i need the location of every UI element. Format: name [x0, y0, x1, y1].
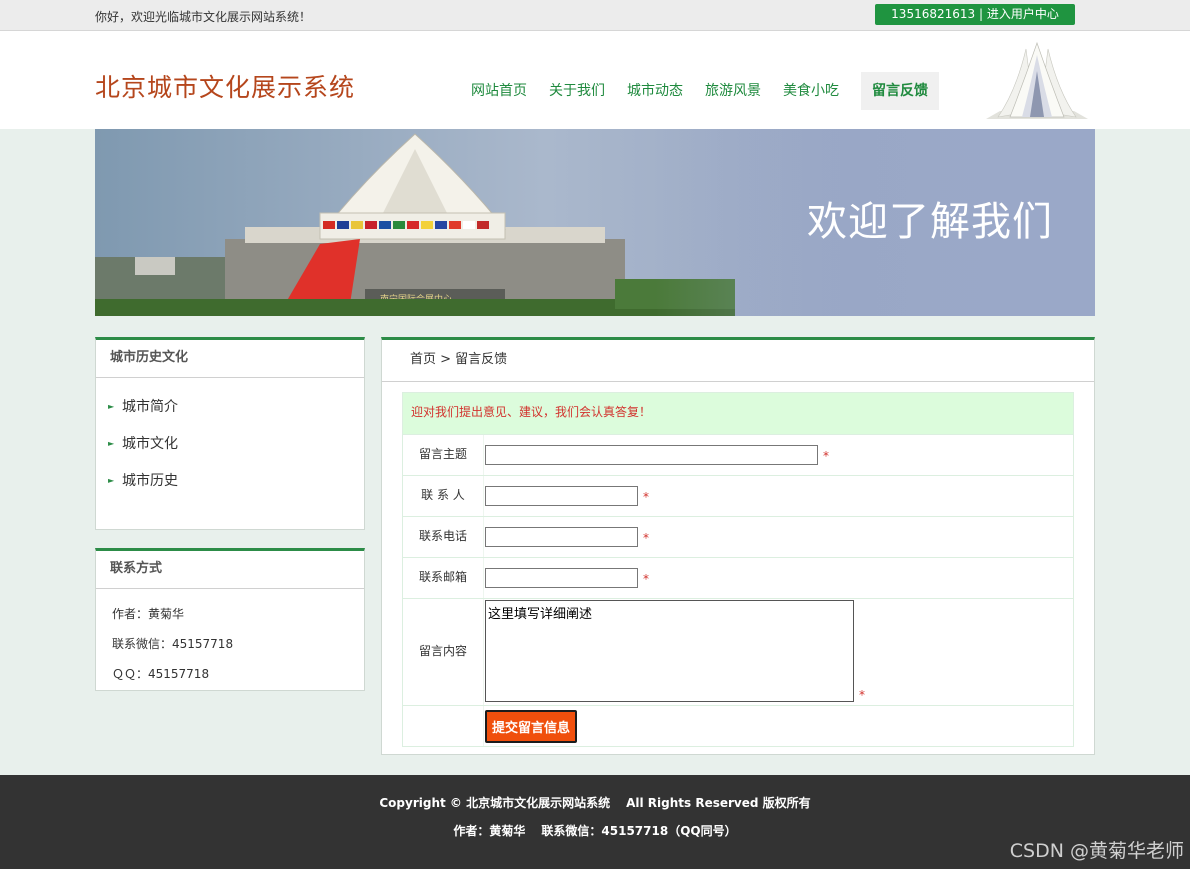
form-row-submit: 提交留言信息 [403, 705, 1073, 746]
contact-input[interactable] [485, 486, 638, 506]
submit-button[interactable]: 提交留言信息 [485, 709, 577, 743]
nav-news[interactable]: 城市动态 [616, 72, 694, 110]
subject-label: 留言主题 [403, 435, 484, 475]
nav-home[interactable]: 网站首页 [460, 72, 538, 110]
required-mark: * [643, 531, 649, 545]
submit-label-cell [403, 706, 484, 746]
history-item-label[interactable]: 城市文化 [122, 433, 178, 470]
history-item[interactable]: ► 城市文化 [108, 433, 364, 470]
contact-wechat: 联系微信：45157718 [112, 637, 234, 651]
history-item[interactable]: ► 城市历史 [108, 470, 364, 507]
banner-caption: 欢迎了解我们 [807, 199, 1053, 245]
required-mark: * [643, 572, 649, 586]
form-row-contact: 联 系 人 * [403, 475, 1073, 516]
bullet-icon: ► [108, 439, 115, 448]
phone-input[interactable] [485, 527, 638, 547]
header: 北京城市文化展示系统 网站首页 关于我们 城市动态 旅游风景 美食小吃 留言反馈 [0, 31, 1190, 129]
footer-rights: All Rights Reserved 版权所有 [626, 796, 811, 810]
form-row-email: 联系邮箱 * [403, 557, 1073, 598]
contact-qq: ＱＱ：45157718 [112, 667, 210, 681]
required-mark: * [643, 490, 649, 504]
form-tip: 迎对我们提出意见、建议，我们会认真答复！ [403, 393, 1073, 434]
bullet-icon: ► [108, 476, 115, 485]
nav-about[interactable]: 关于我们 [538, 72, 616, 110]
footer-author: 作者：黄菊华 [453, 824, 526, 838]
nav-feedback[interactable]: 留言反馈 [861, 72, 939, 110]
feedback-form: 迎对我们提出意见、建议，我们会认真答复！ 留言主题 * 联 系 人 * 联系电话… [402, 392, 1074, 747]
footer-line-1: Copyright © 北京城市文化展示网站系统 All Rights Reser… [0, 794, 1190, 811]
watermark: CSDN @黄菊华老师 [1009, 840, 1184, 862]
contact-panel-title: 联系方式 [96, 551, 364, 589]
nav-food[interactable]: 美食小吃 [772, 72, 850, 110]
form-row-subject: 留言主题 * [403, 434, 1073, 475]
feedback-panel: 首页 > 留言反馈 迎对我们提出意见、建议，我们会认真答复！ 留言主题 * 联 … [381, 337, 1095, 755]
history-item-label[interactable]: 城市简介 [122, 396, 178, 433]
phone-label: 联系电话 [403, 517, 484, 557]
contact-label: 联 系 人 [403, 476, 484, 516]
content-label: 留言内容 [403, 599, 484, 705]
top-bar: 你好，欢迎光临城市文化展示网站系统！ 13516821613 | 进入用户中心 [0, 0, 1190, 31]
history-item[interactable]: ► 城市简介 [108, 396, 364, 433]
email-input[interactable] [485, 568, 638, 588]
form-row-content: 留言内容 这里填写详细阐述 * [403, 598, 1073, 705]
required-mark: * [859, 688, 865, 702]
history-panel: 城市历史文化 ► 城市简介 ► 城市文化 ► 城市历史 [95, 337, 365, 530]
history-panel-title: 城市历史文化 [96, 340, 364, 378]
nav-scenery[interactable]: 旅游风景 [694, 72, 772, 110]
main-nav: 网站首页 关于我们 城市动态 旅游风景 美食小吃 留言反馈 [460, 72, 939, 110]
user-center-link[interactable]: 13516821613 | 进入用户中心 [875, 4, 1075, 25]
contact-panel: 联系方式 作者：黄菊华 联系微信：45157718 ＱＱ：45157718 [95, 548, 365, 691]
form-row-phone: 联系电话 * [403, 516, 1073, 557]
subject-input[interactable] [485, 445, 818, 465]
bullet-icon: ► [108, 402, 115, 411]
required-mark: * [823, 449, 829, 463]
welcome-text: 你好，欢迎光临城市文化展示网站系统！ [95, 10, 312, 24]
content-textarea[interactable]: 这里填写详细阐述 [485, 600, 854, 702]
site-title: 北京城市文化展示系统 [95, 73, 356, 102]
email-label: 联系邮箱 [403, 558, 484, 598]
history-list: ► 城市简介 ► 城市文化 ► 城市历史 [96, 378, 364, 507]
history-item-label[interactable]: 城市历史 [122, 470, 178, 507]
contact-author: 作者：黄菊华 [112, 607, 185, 621]
footer-copyright: Copyright © 北京城市文化展示网站系统 [379, 796, 611, 810]
convention-center-logo-icon [986, 41, 1088, 119]
banner: 南宁国际会展中心 欢迎了解我们 [95, 129, 1095, 316]
footer-wechat: 联系微信：45157718（QQ同号） [541, 824, 737, 838]
breadcrumb: 首页 > 留言反馈 [382, 340, 1094, 382]
